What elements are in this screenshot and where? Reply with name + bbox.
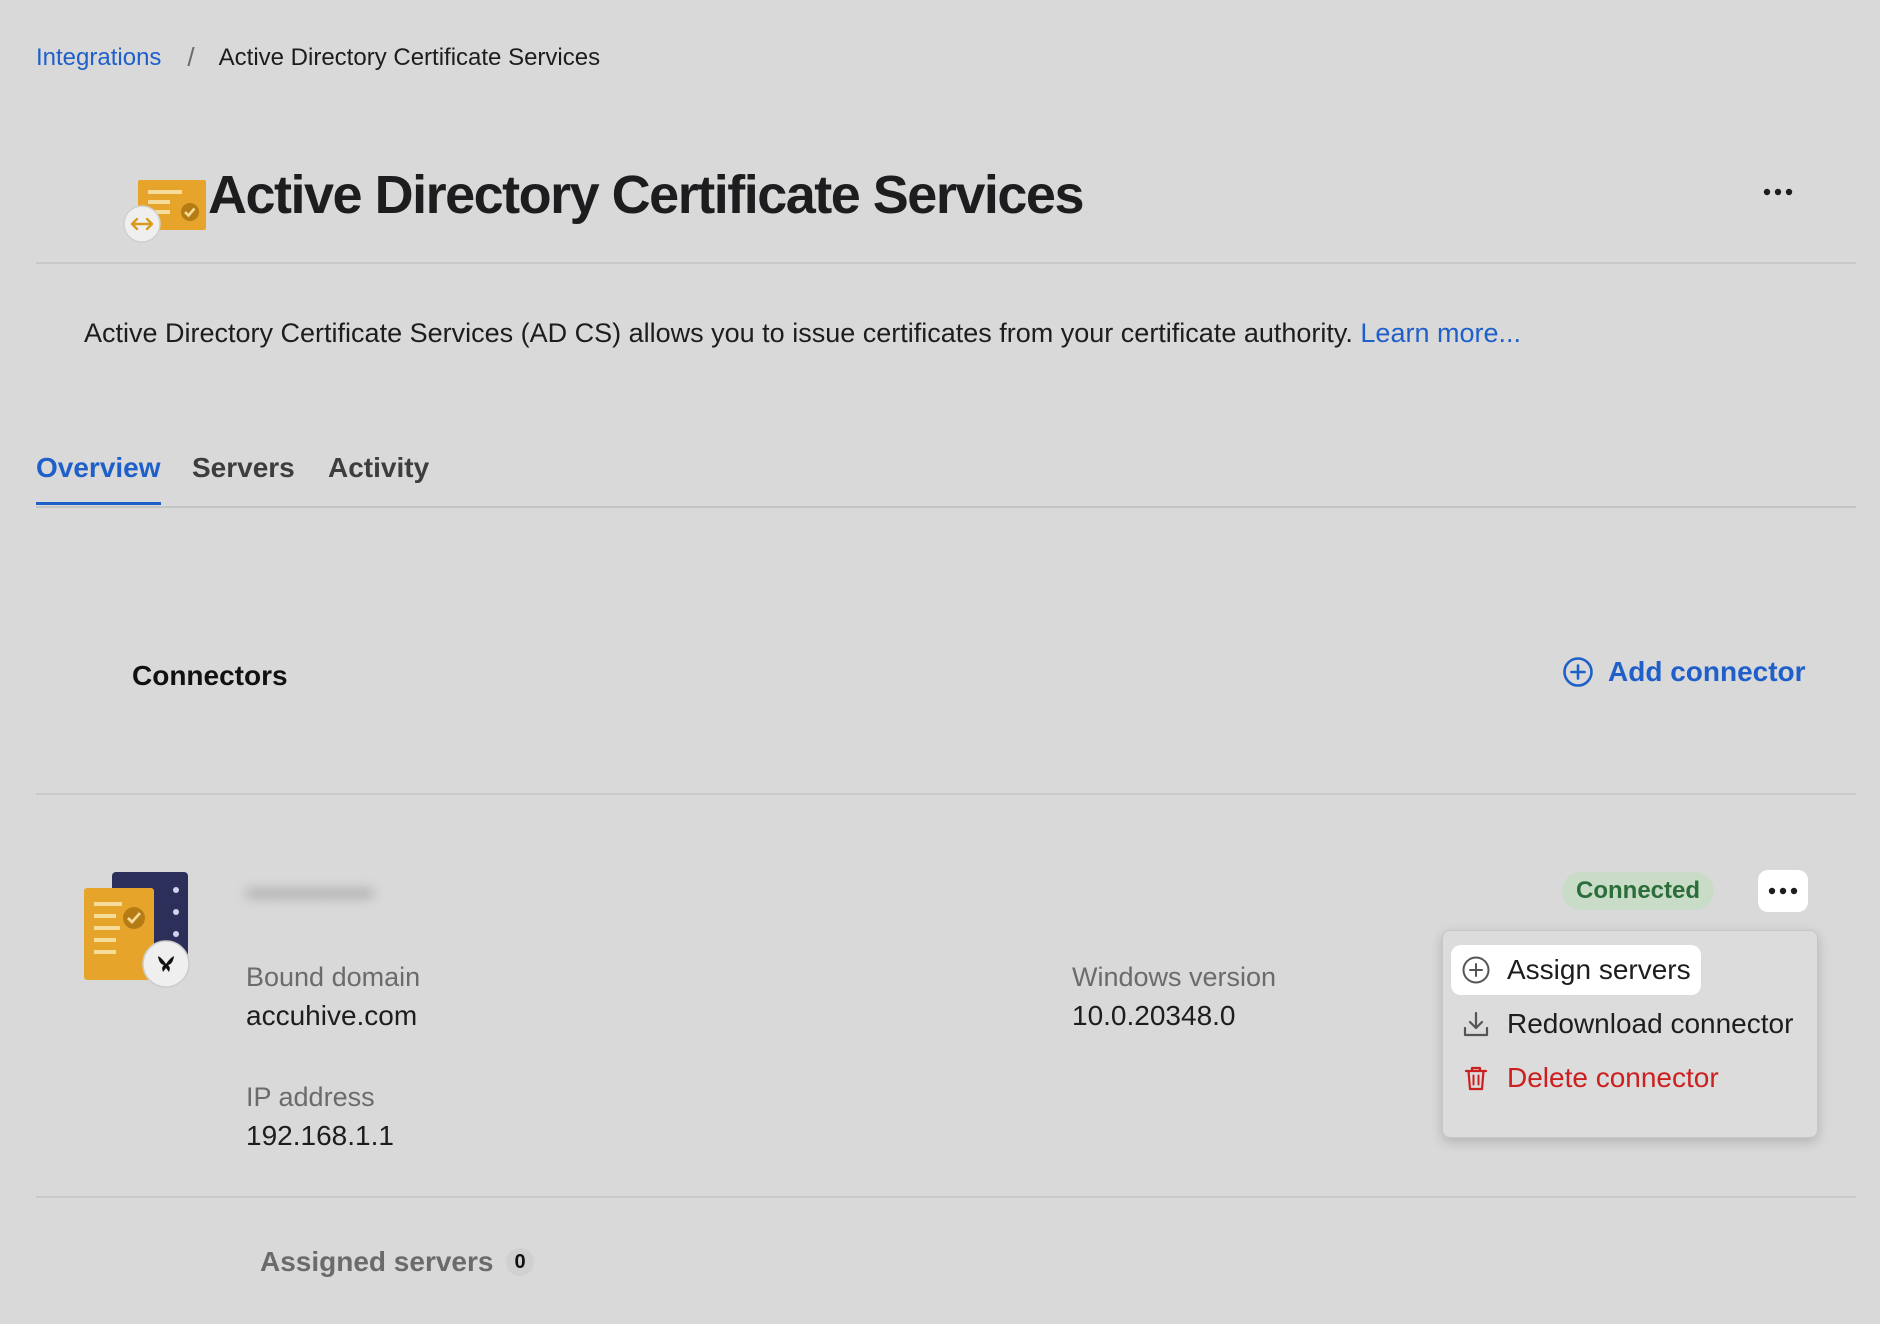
breadcrumb-integrations-link[interactable]: Integrations bbox=[36, 44, 161, 72]
learn-more-link[interactable]: Learn more... bbox=[1360, 318, 1521, 348]
tab-servers[interactable]: Servers bbox=[192, 452, 295, 502]
breadcrumb-current: Active Directory Certificate Services bbox=[218, 43, 601, 71]
tab-overview[interactable]: Overview bbox=[36, 452, 161, 505]
connector-divider bbox=[36, 1196, 1856, 1198]
certificate-sync-icon bbox=[86, 164, 206, 244]
integration-page: Integrations / Active Directory Certific… bbox=[0, 0, 1880, 1324]
menu-item-redownload-connector[interactable]: Redownload connector bbox=[1451, 999, 1803, 1049]
description-text: Active Directory Certificate Services (A… bbox=[84, 318, 1361, 348]
menu-item-assign-servers[interactable]: Assign servers bbox=[1451, 945, 1701, 995]
page-header: Active Directory Certificate Services bbox=[36, 150, 1856, 264]
windows-version-label: Windows version bbox=[1072, 962, 1277, 992]
connector-more-button[interactable] bbox=[1758, 870, 1808, 912]
download-icon bbox=[1463, 1011, 1489, 1037]
connectors-title: Connectors bbox=[132, 660, 288, 691]
breadcrumb-separator: / bbox=[187, 42, 195, 72]
assigned-servers-label[interactable]: Assigned servers bbox=[260, 1246, 493, 1278]
tab-bar: Overview Servers Activity bbox=[36, 446, 1856, 508]
add-connector-label: Add connector bbox=[1608, 656, 1806, 687]
ellipsis-icon bbox=[1768, 887, 1798, 895]
plus-circle-icon bbox=[1462, 956, 1490, 984]
connector-actions-menu: Assign servers Redownload connector Dele… bbox=[1442, 930, 1818, 1138]
menu-item-delete-connector[interactable]: Delete connector bbox=[1451, 1053, 1729, 1103]
bound-domain-label: Bound domain bbox=[246, 962, 421, 992]
ip-address-label: IP address bbox=[246, 1082, 375, 1112]
status-badge: Connected bbox=[1562, 872, 1715, 910]
integration-description: Active Directory Certificate Services (A… bbox=[84, 318, 1521, 349]
windows-version-value: 10.0.20348.0 bbox=[1072, 1000, 1236, 1031]
header-more-button[interactable] bbox=[1756, 174, 1800, 210]
bound-domain-value: accuhive.com bbox=[246, 1000, 418, 1031]
add-connector-button[interactable]: Add connector bbox=[1562, 656, 1806, 688]
connectors-divider bbox=[36, 793, 1856, 795]
trash-icon bbox=[1464, 1066, 1488, 1091]
assigned-servers-count-badge: 0 bbox=[506, 1248, 534, 1276]
plus-circle-icon bbox=[1563, 657, 1593, 687]
menu-item-label: Assign servers bbox=[1507, 954, 1691, 985]
menu-item-label: Delete connector bbox=[1507, 1062, 1719, 1093]
breadcrumb: Integrations / Active Directory Certific… bbox=[36, 42, 600, 73]
page-title: Active Directory Certificate Services bbox=[208, 165, 1084, 225]
menu-item-label: Redownload connector bbox=[1507, 1008, 1794, 1039]
certificate-server-icon bbox=[82, 868, 194, 990]
ellipsis-icon bbox=[1763, 188, 1793, 196]
tab-activity[interactable]: Activity bbox=[328, 452, 429, 502]
ip-address-value: 192.168.1.1 bbox=[246, 1120, 394, 1151]
connector-name: •••••••••••••• bbox=[246, 878, 374, 908]
